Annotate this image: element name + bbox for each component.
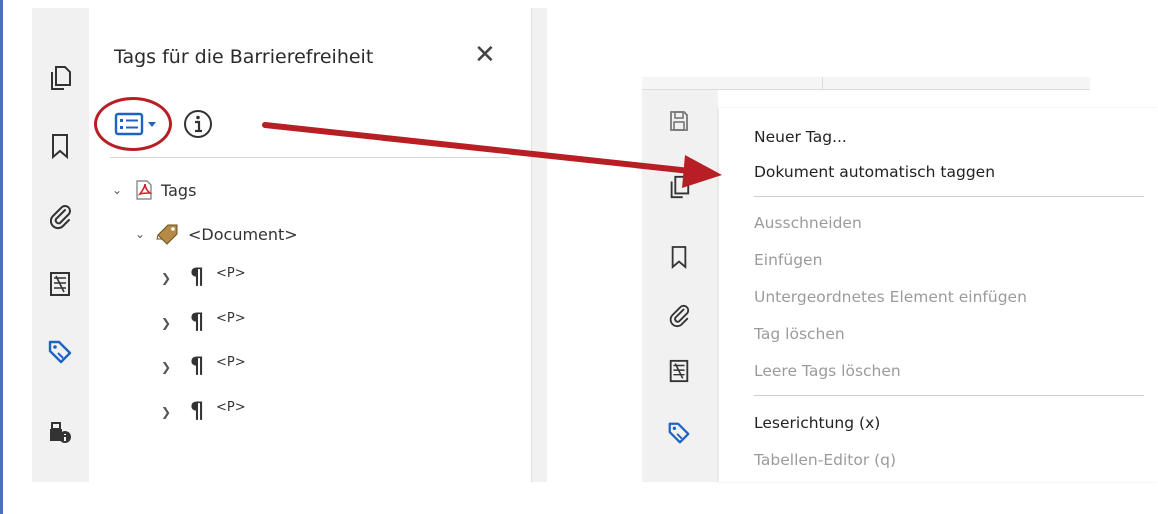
annotation-arrow [262, 122, 722, 188]
